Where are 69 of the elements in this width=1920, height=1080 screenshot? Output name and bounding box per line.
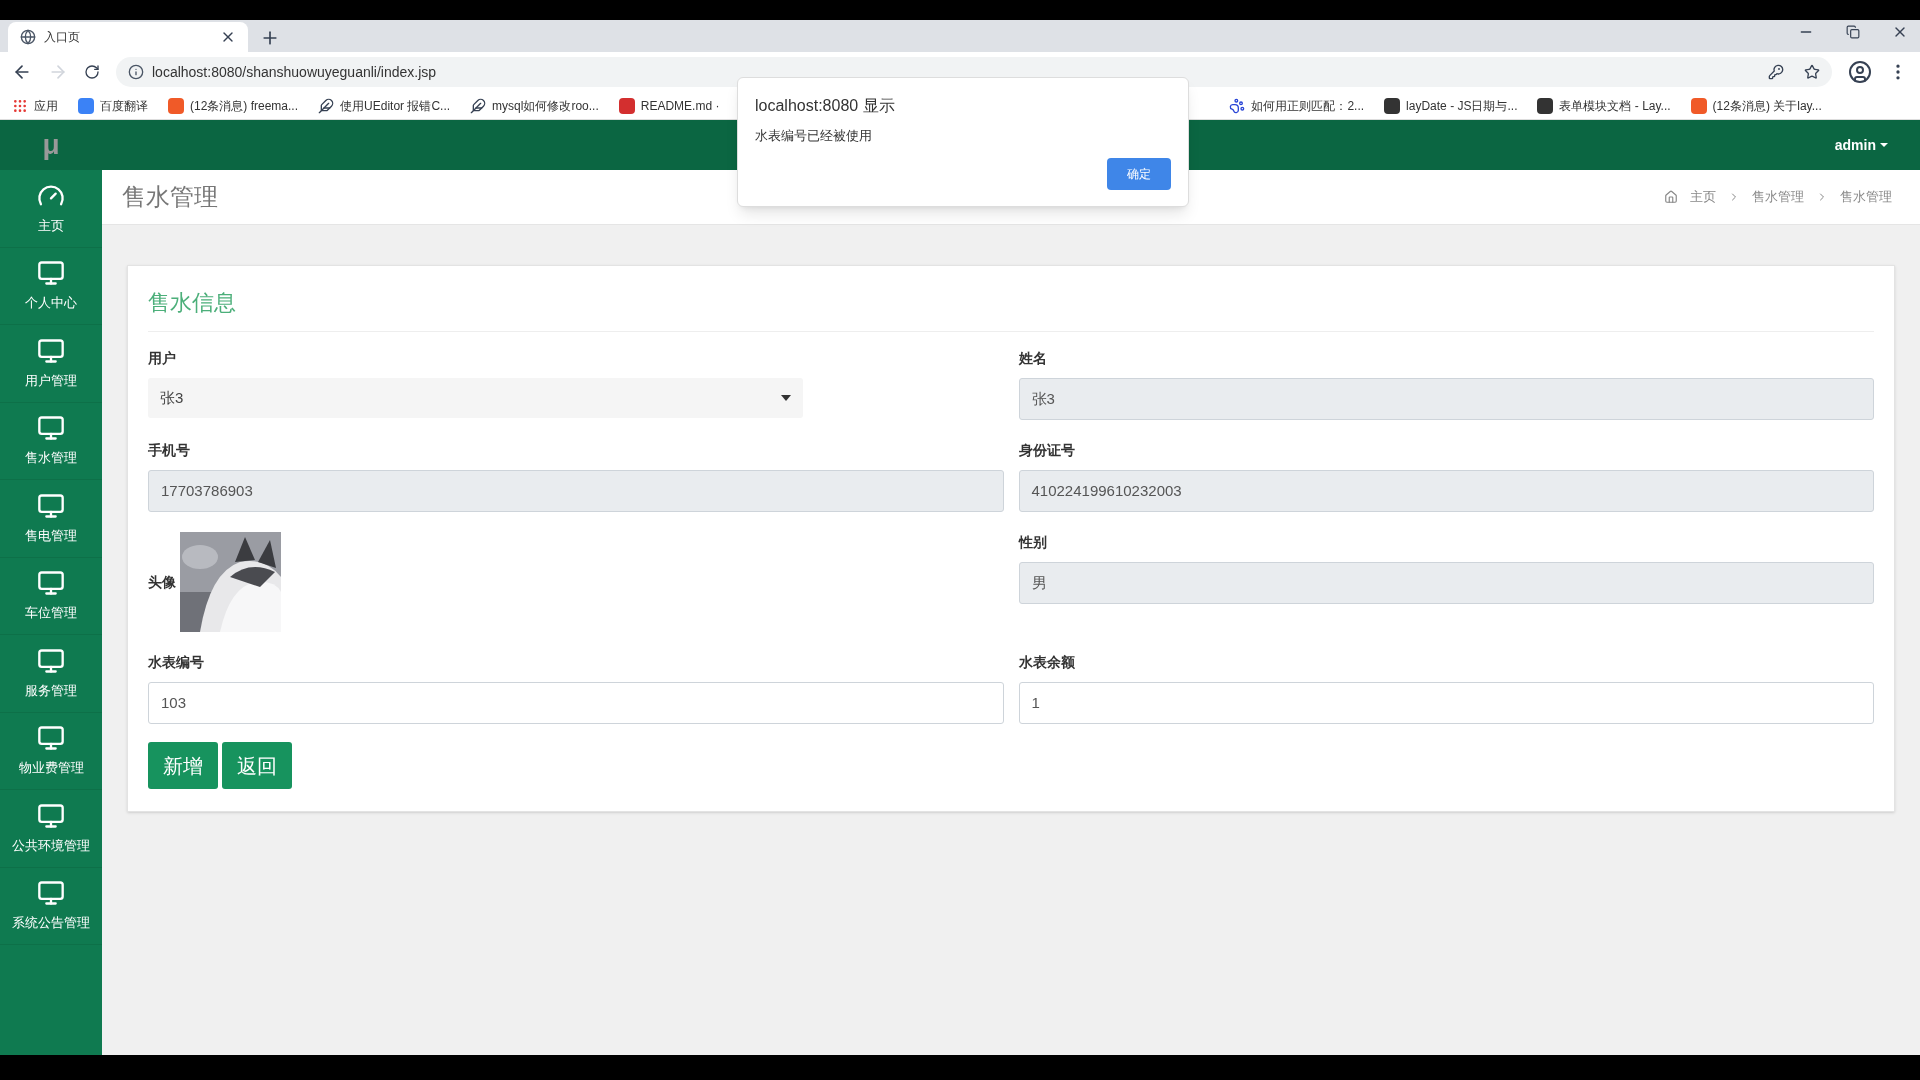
field-label: 用户 [148,349,177,368]
bookmark[interactable]: (12条消息) 关于lay... [1690,96,1822,115]
monitor-icon [37,569,65,597]
form-button[interactable]: 新增 [148,742,218,789]
bookmark-star-icon[interactable] [1804,64,1820,80]
field-label: 手机号 [148,441,191,460]
sidebar-item[interactable]: 物业费管理 [0,712,102,790]
form-button[interactable]: 返回 [222,742,292,789]
caret-icon [1880,143,1888,147]
input-field[interactable]: 1 [1018,682,1874,724]
key-icon[interactable] [1768,64,1784,80]
sidebar-item[interactable]: 车位管理 [0,557,102,635]
card-title: 售水信息 [148,286,1874,332]
bookmark[interactable]: 如何用正则匹配：2... [1229,96,1365,115]
monitor-icon [37,259,65,287]
breadcrumb-link[interactable]: 售水管理 [1840,187,1892,207]
input-field[interactable]: 103 [148,682,1004,724]
sidebar-item[interactable]: 个人中心 [0,247,102,325]
field-label: 头像 [148,572,176,592]
monitor-icon [37,414,65,442]
feather-icon [318,97,335,114]
monitor-icon [37,724,65,752]
monitor-icon [37,491,65,520]
field-label: 身份证号 [1018,441,1076,460]
dialog-title: localhost:8080 显示 [755,96,896,116]
monitor-icon [37,801,65,830]
breadcrumb-link[interactable]: 主页 [1690,187,1716,207]
bookmark[interactable]: layDate - JS日期与... [1384,96,1518,115]
reload-icon[interactable] [84,64,100,80]
logo: μ [0,120,102,170]
bookmark[interactable]: README.md · [618,96,720,115]
bookmark[interactable]: 百度翻译 [78,96,148,115]
monitor-icon [37,879,65,907]
bookmark[interactable]: 表单模块文档 - Lay... [1537,96,1671,115]
breadcrumb-link[interactable]: 售水管理 [1752,187,1804,207]
caret-icon [781,395,791,401]
sidebar-item[interactable]: 公共环境管理 [0,790,102,868]
sidebar-item[interactable]: 系统公告管理 [0,867,102,945]
user-menu[interactable]: admin [1834,134,1888,156]
apps-icon [12,97,28,114]
globe-icon [20,29,36,45]
paw-icon [1229,97,1246,114]
dialog-message: 水表编号已经被使用 [755,127,873,145]
home-icon [1664,190,1678,204]
feather-icon [470,97,487,114]
sidebar-item[interactable]: 售水管理 [0,402,102,480]
info-icon [128,64,144,80]
select-field[interactable]: 张3 [148,378,803,418]
bookmark[interactable]: mysql如何修改roo... [470,96,599,115]
sidebar-item[interactable]: 服务管理 [0,635,102,713]
bookmark[interactable]: 应用 [12,96,58,115]
page-title: 售水管理 [122,182,219,212]
monitor-icon [37,646,65,675]
field-label: 性别 [1018,533,1048,552]
bookmark[interactable]: (12条消息) freema... [168,96,299,115]
sidebar-item[interactable]: 售电管理 [0,480,102,558]
field-label: 水表编号 [148,653,205,672]
url-text: localhost:8080/shanshuowuyeguanli/index.jsp [152,62,438,82]
monitor-icon [37,336,65,365]
sidebar-item[interactable]: 用户管理 [0,325,102,403]
bookmark[interactable]: 使用UEditor 报错C... [318,96,451,115]
browser-tab[interactable]: 入口页 [8,22,248,52]
address-bar[interactable]: localhost:8080/shanshuowuyeguanli/index.jsp [116,57,1832,87]
restore-icon[interactable] [1846,25,1860,39]
tab-title: 入口页 [44,29,81,46]
profile-icon[interactable] [1848,60,1872,84]
field-label: 水表余额 [1018,653,1076,672]
field-label: 姓名 [1018,349,1048,368]
ok-button[interactable]: 确定 [1107,157,1171,190]
